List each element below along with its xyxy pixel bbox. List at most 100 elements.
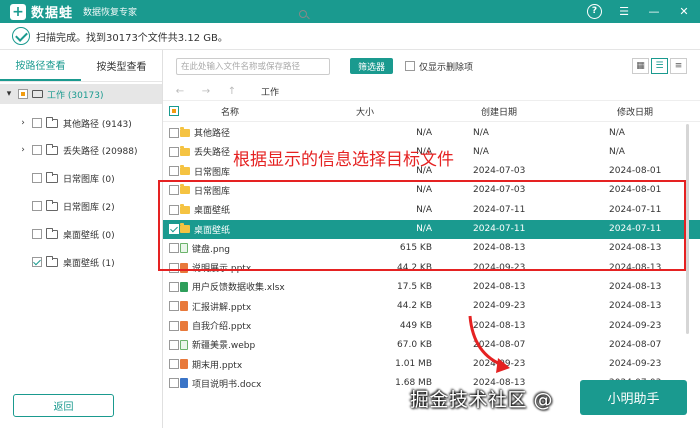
row-checkbox[interactable] <box>169 166 179 177</box>
tree-checkbox[interactable] <box>32 257 42 267</box>
file-modified: N/A <box>609 127 625 138</box>
row-checkbox[interactable] <box>169 320 179 331</box>
tree-item-label: 丢失路径 (20988) <box>63 146 138 157</box>
title-bar: + 数据蛙 数据恢复专家 ? ☰ — ✕ <box>0 0 700 23</box>
tree-checkbox[interactable] <box>32 173 42 183</box>
table-row[interactable]: 期末用.pptx1.01 MB2024-09-232024-09-23 <box>163 355 700 374</box>
col-modified[interactable]: 修改日期 <box>617 101 653 121</box>
row-checkbox[interactable] <box>169 339 179 350</box>
file-created: N/A <box>473 127 489 138</box>
ppt-file-icon <box>180 359 188 370</box>
select-all-checkbox[interactable] <box>169 106 179 116</box>
table-row[interactable]: 用户反馈数据收集.xlsx 17.5 KB 2024-08-13 2024-08-13 <box>163 277 700 296</box>
search-input[interactable]: 在此处输入文件名称或保存路径 <box>176 57 330 75</box>
table-row[interactable]: 其他路径 N/A N/A N/A <box>163 123 700 142</box>
deleted-only-checkbox[interactable] <box>405 61 415 71</box>
folder-icon <box>46 116 58 128</box>
tree-item[interactable]: ▾ 工作 (30173) <box>0 84 162 104</box>
tree-item-label: 其他路径 (9143) <box>63 119 132 130</box>
help-icon[interactable]: ? <box>587 3 602 19</box>
tree-checkbox[interactable] <box>32 229 42 239</box>
row-checkbox[interactable] <box>169 281 179 292</box>
tree-item-label: 桌面壁纸 (0) <box>63 230 115 241</box>
tree-item[interactable]: 日常图库 (2) <box>0 196 162 216</box>
nav-bar: ← → ↑ 工作 <box>163 82 700 100</box>
tree-checkbox[interactable] <box>18 89 28 99</box>
tree-item-label: 工作 (30173) <box>47 90 104 101</box>
file-size: 44.2 KB <box>397 301 432 312</box>
folder-icon <box>46 227 58 239</box>
up-arrow-icon[interactable]: ↑ <box>225 86 239 97</box>
file-created: 2024-07-03 <box>473 166 526 177</box>
tree-item[interactable]: 桌面壁纸 (0) <box>0 224 162 244</box>
row-checkbox[interactable] <box>169 127 179 138</box>
grid-view-icon[interactable]: ▦ <box>632 58 649 74</box>
detail-view-icon[interactable]: ≡ <box>670 58 687 74</box>
file-modified: N/A <box>609 146 625 157</box>
deleted-only-toggle[interactable]: 仅显示删除项 <box>405 60 473 73</box>
file-size: N/A <box>416 127 432 138</box>
file-name: 项目说明书.docx <box>192 379 262 390</box>
scrollbar[interactable] <box>686 124 689 334</box>
folder-file-icon <box>180 165 190 176</box>
folder-icon <box>46 255 58 267</box>
row-checkbox[interactable] <box>169 146 179 157</box>
file-size: 1.01 MB <box>395 359 432 370</box>
docx-file-icon <box>180 378 188 389</box>
view-toggle: ▦ ☰ ≡ <box>630 58 687 74</box>
search-icon[interactable] <box>299 10 307 18</box>
folder-file-icon <box>180 145 190 156</box>
back-button[interactable]: 返回 <box>13 394 114 417</box>
folder-file-icon <box>180 126 190 137</box>
list-view-icon[interactable]: ☰ <box>651 58 668 74</box>
tree-item[interactable]: › 其他路径 (9143) <box>0 113 162 133</box>
minimize-icon[interactable]: — <box>646 3 662 19</box>
col-name[interactable]: 名称 <box>221 101 239 121</box>
back-arrow-icon[interactable]: ← <box>173 86 187 97</box>
tree-item[interactable]: 桌面壁纸 (1) <box>0 252 162 272</box>
scan-status-text: 扫描完成。找到30173个文件共3.12 GB。 <box>36 32 228 44</box>
table-row[interactable]: 自我介绍.pptx 449 KB 2024-08-13 2024-09-23 <box>163 316 700 335</box>
row-checkbox[interactable] <box>169 301 179 312</box>
tree-item-label: 日常图库 (0) <box>63 174 115 185</box>
tree-item[interactable]: 日常图库 (0) <box>0 168 162 188</box>
expander-icon[interactable]: ▾ <box>4 89 14 99</box>
menu-icon[interactable]: ☰ <box>616 3 632 19</box>
tree-checkbox[interactable] <box>32 145 42 155</box>
check-circle-icon <box>12 27 30 45</box>
file-name: 丢失路径 <box>194 148 231 159</box>
table-row[interactable]: 新疆美景.webp 67.0 KB 2024-08-07 2024-08-07 <box>163 335 700 354</box>
filter-button[interactable]: 筛选器 <box>350 58 393 74</box>
annotation-arrow-icon <box>468 315 510 373</box>
table-row[interactable]: 汇报讲解.pptx 44.2 KB 2024-09-23 2024-08-13 <box>163 297 700 316</box>
col-created[interactable]: 创建日期 <box>481 101 517 121</box>
breadcrumb[interactable]: 工作 <box>261 85 279 98</box>
tree-item-label: 日常图库 (2) <box>63 202 115 213</box>
file-modified: 2024-08-01 <box>609 166 662 177</box>
close-icon[interactable]: ✕ <box>676 3 692 19</box>
file-modified: 2024-08-13 <box>609 281 662 292</box>
forward-arrow-icon[interactable]: → <box>199 86 213 97</box>
row-checkbox[interactable] <box>169 359 179 370</box>
annotation-text: 根据显示的信息选择目标文件 <box>233 150 454 170</box>
expander-icon[interactable]: › <box>18 118 28 128</box>
deleted-only-label: 仅显示删除项 <box>419 62 474 73</box>
file-name: 新疆美景.webp <box>192 341 256 352</box>
expander-icon[interactable]: › <box>18 145 28 155</box>
file-name: 其他路径 <box>194 129 231 139</box>
col-size[interactable]: 大小 <box>356 101 374 121</box>
xlsx-file-icon <box>180 281 188 292</box>
tree-item[interactable]: › 丢失路径 (20988) <box>0 140 162 160</box>
row-checkbox[interactable] <box>169 378 179 389</box>
tab-by-type[interactable]: 按类型查看 <box>81 50 162 81</box>
tree-checkbox[interactable] <box>32 201 42 211</box>
file-created: N/A <box>473 146 489 157</box>
watermark: 掘金技术社区 @ <box>410 389 554 411</box>
recover-button[interactable]: 小明助手 <box>580 380 687 415</box>
file-modified: 2024-09-23 <box>609 359 662 370</box>
left-panel: 按路径查看 按类型查看 ▾ 工作 (30173) › 其他路径 (9143) › 丢失路径… <box>0 50 163 428</box>
tab-by-path[interactable]: 按路径查看 <box>0 50 81 81</box>
tree-checkbox[interactable] <box>32 118 42 128</box>
drive-icon <box>32 90 43 98</box>
webp-file-icon <box>180 339 188 350</box>
